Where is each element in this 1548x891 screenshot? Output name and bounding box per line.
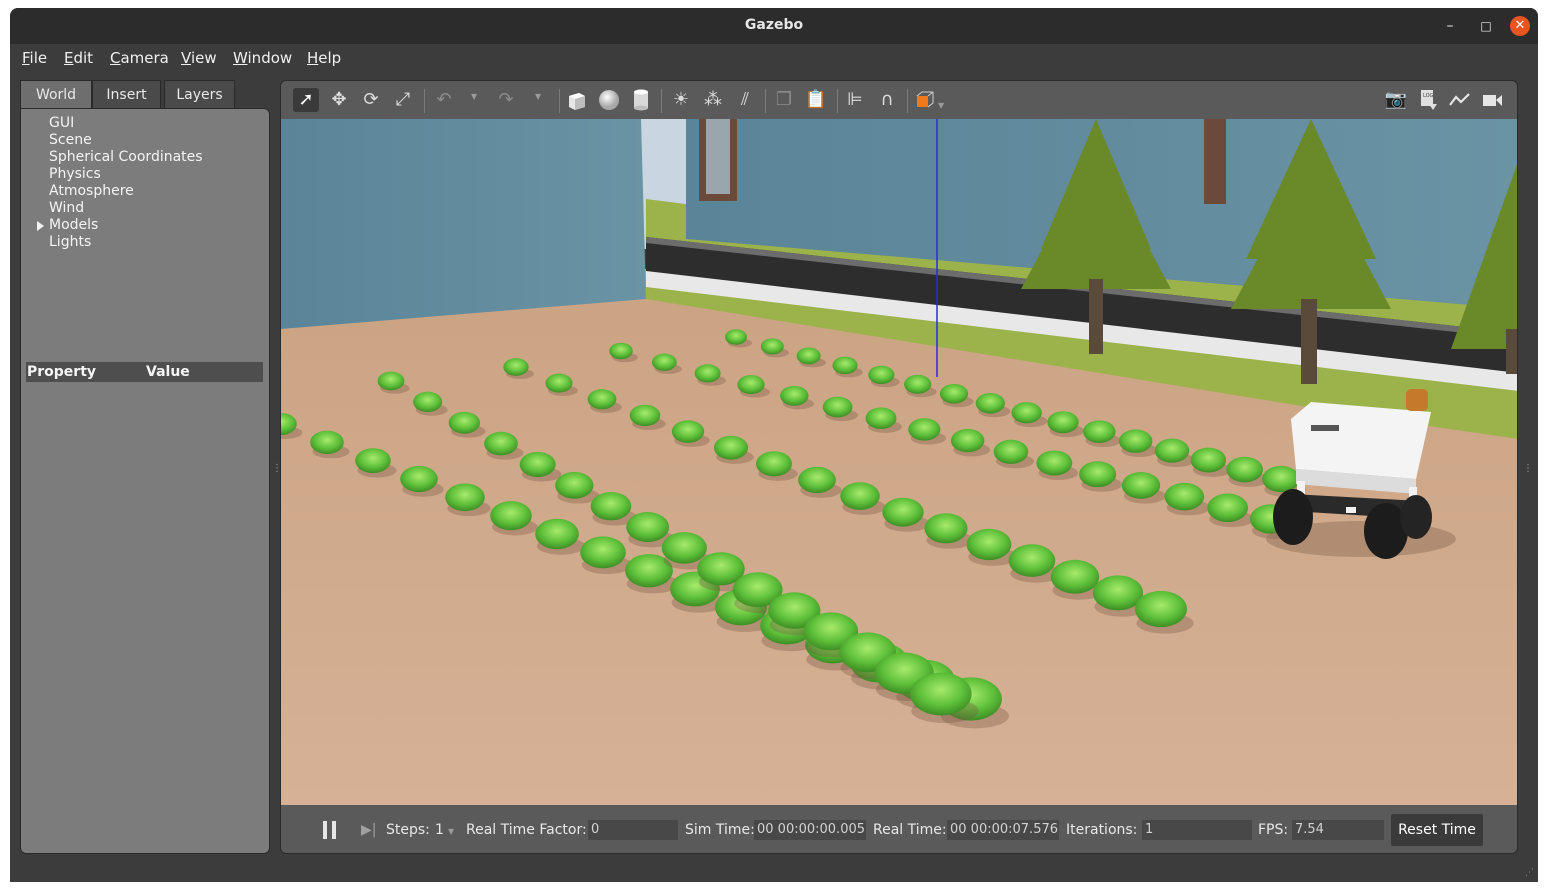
scale-icon[interactable]: ⤢ bbox=[390, 88, 416, 112]
directional-light-icon[interactable]: ⫽ bbox=[732, 88, 758, 112]
translate-icon[interactable]: ✥ bbox=[326, 88, 352, 112]
real-time-field: 00 00:00:07.576 bbox=[947, 820, 1059, 840]
toolbar: ➚ ✥ ⟳ ⤢ ↶ ▼ ↷ ▼ ☀ ⁂ ⫽ ❐ 📋 ⊫ ∩ ▼ 📷 LOG bbox=[281, 81, 1517, 119]
tree-item-atmosphere[interactable]: Atmosphere bbox=[49, 183, 134, 199]
menu-file[interactable]: File bbox=[22, 49, 47, 67]
gazebo-window: Gazebo – □ ✕ File Edit Camera View Windo… bbox=[10, 8, 1538, 882]
fps-field: 7.54 bbox=[1292, 820, 1384, 840]
tab-layers[interactable]: Layers bbox=[164, 80, 235, 108]
title-bar[interactable]: Gazebo – □ ✕ bbox=[10, 8, 1538, 44]
minimize-button[interactable]: – bbox=[1440, 16, 1460, 36]
menu-view[interactable]: View bbox=[181, 49, 217, 67]
pause-icon[interactable] bbox=[323, 821, 337, 839]
paste-icon[interactable]: 📋 bbox=[803, 88, 829, 112]
video-record-icon[interactable] bbox=[1479, 88, 1505, 112]
box-shape-icon[interactable] bbox=[564, 88, 590, 112]
log-icon[interactable]: LOG bbox=[1415, 88, 1441, 112]
menu-camera[interactable]: Camera bbox=[110, 49, 169, 67]
resize-grip-icon[interactable]: ⋰ bbox=[1525, 868, 1534, 878]
fps-label: FPS: bbox=[1258, 822, 1289, 838]
step-icon[interactable]: ▶| bbox=[361, 822, 376, 838]
align-icon[interactable]: ⊫ bbox=[842, 88, 868, 112]
real-time-factor-label: Real Time Factor: bbox=[466, 822, 587, 838]
undo-icon[interactable]: ↶ bbox=[431, 88, 457, 112]
sphere-shape-icon[interactable] bbox=[596, 88, 622, 112]
scene-render[interactable] bbox=[281, 119, 1518, 805]
view-angle-icon[interactable] bbox=[912, 88, 938, 112]
plot-icon[interactable] bbox=[1447, 88, 1473, 112]
value-column-header: Value bbox=[146, 364, 190, 380]
undo-dropdown-icon[interactable]: ▼ bbox=[471, 92, 477, 101]
reset-time-button[interactable]: Reset Time bbox=[1391, 814, 1483, 846]
steps-dropdown-icon[interactable]: ▼ bbox=[448, 827, 454, 836]
tree-item-lights[interactable]: Lights bbox=[49, 234, 91, 250]
main-view: ➚ ✥ ⟳ ⤢ ↶ ▼ ↷ ▼ ☀ ⁂ ⫽ ❐ 📋 ⊫ ∩ ▼ 📷 LOG ▶|… bbox=[280, 80, 1518, 854]
copy-icon[interactable]: ❐ bbox=[771, 88, 797, 112]
menu-help[interactable]: Help bbox=[307, 49, 341, 67]
view-angle-dropdown-icon[interactable]: ▼ bbox=[938, 101, 944, 110]
iterations-label: Iterations: bbox=[1066, 822, 1138, 838]
menu-edit[interactable]: Edit bbox=[64, 49, 93, 67]
property-column-header: Property bbox=[27, 364, 97, 380]
expand-arrow-icon[interactable] bbox=[37, 221, 44, 231]
tree-item-scene[interactable]: Scene bbox=[49, 132, 92, 148]
spot-light-icon[interactable]: ⁂ bbox=[700, 88, 726, 112]
right-splitter-handle[interactable]: ⋮ bbox=[1523, 463, 1533, 474]
window-title: Gazebo bbox=[744, 17, 804, 33]
rotate-icon[interactable]: ⟳ bbox=[358, 88, 384, 112]
redo-icon[interactable]: ↷ bbox=[493, 88, 519, 112]
real-time-label: Real Time: bbox=[873, 822, 947, 838]
tree-item-physics[interactable]: Physics bbox=[49, 166, 101, 182]
steps-label: Steps: bbox=[386, 822, 430, 838]
select-mode-icon[interactable]: ➚ bbox=[293, 88, 319, 112]
tree-item-gui[interactable]: GUI bbox=[49, 115, 74, 131]
world-tree: GUI Scene Spherical Coordinates Physics … bbox=[20, 108, 270, 854]
svg-text:LOG: LOG bbox=[1423, 93, 1434, 99]
redo-dropdown-icon[interactable]: ▼ bbox=[535, 92, 541, 101]
menu-bar: File Edit Camera View Window Help bbox=[10, 44, 1538, 72]
sim-time-label: Sim Time: bbox=[685, 822, 755, 838]
tree-item-models[interactable]: Models bbox=[49, 217, 98, 233]
close-button[interactable]: ✕ bbox=[1510, 16, 1530, 36]
property-table-header: Property Value bbox=[26, 362, 263, 382]
cylinder-shape-icon[interactable] bbox=[628, 88, 654, 112]
tab-world[interactable]: World bbox=[20, 80, 92, 108]
menu-window[interactable]: Window bbox=[233, 49, 292, 67]
maximize-button[interactable]: □ bbox=[1476, 16, 1496, 36]
tree-item-spherical-coordinates[interactable]: Spherical Coordinates bbox=[49, 149, 203, 165]
real-time-factor-field: 0 bbox=[588, 820, 678, 840]
tree-item-wind[interactable]: Wind bbox=[49, 200, 84, 216]
snap-icon[interactable]: ∩ bbox=[874, 88, 900, 112]
tab-insert[interactable]: Insert bbox=[92, 80, 161, 108]
point-light-icon[interactable]: ☀ bbox=[668, 88, 694, 112]
sim-time-field: 00 00:00:00.005 bbox=[754, 820, 866, 840]
iterations-field: 1 bbox=[1142, 820, 1252, 840]
left-panel: World Insert Layers GUI Scene Spherical … bbox=[20, 80, 270, 854]
steps-value[interactable]: 1 bbox=[435, 822, 444, 838]
3d-viewport[interactable] bbox=[281, 119, 1518, 805]
bottom-status-bar: ▶| Steps: 1 ▼ Real Time Factor: 0 Sim Ti… bbox=[281, 805, 1517, 853]
screenshot-icon[interactable]: 📷 bbox=[1383, 88, 1409, 112]
tree-item-models-row[interactable]: Models bbox=[21, 217, 221, 234]
